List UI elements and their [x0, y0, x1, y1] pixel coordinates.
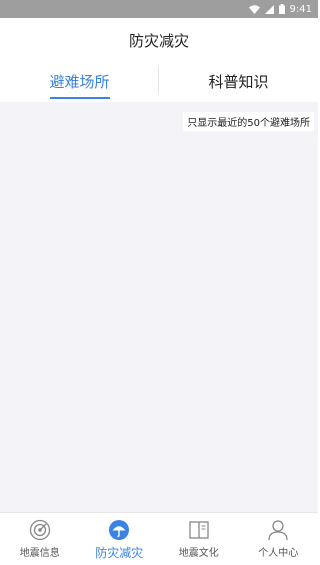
radar-icon: [29, 519, 50, 541]
nav-personal-center[interactable]: 个人中心: [239, 513, 319, 565]
signal-icon: [264, 4, 274, 14]
tab-shelters-label: 避难场所: [49, 72, 110, 91]
tab-science-knowledge-label: 科普知识: [208, 72, 269, 91]
nearest-shelters-notice: 只显示最近的50个避难场所: [183, 112, 314, 131]
page-title: 防灾减灾: [128, 31, 189, 50]
wifi-icon: [248, 4, 260, 14]
shelter-map-area[interactable]: 只显示最近的50个避难场所: [0, 102, 318, 512]
status-bar: 9:41: [0, 0, 318, 18]
nav-earthquake-info-label: 地震信息: [19, 548, 60, 559]
tab-active-indicator: [49, 97, 110, 99]
battery-icon: [278, 4, 285, 14]
umbrella-icon: [109, 520, 130, 540]
bottom-nav: 地震信息 防灾减灾 地震文化 个人中心: [0, 512, 318, 565]
tab-bar: 避难场所 科普知识: [0, 62, 318, 100]
book-icon: [189, 521, 209, 539]
tab-divider: [158, 66, 159, 94]
status-time: 9:41: [289, 3, 312, 15]
tab-science-knowledge[interactable]: 科普知识: [159, 62, 318, 100]
person-icon: [268, 520, 288, 541]
nav-disaster-prevention-label: 防灾减灾: [95, 546, 144, 560]
nav-personal-center-label: 个人中心: [258, 548, 299, 559]
nav-earthquake-culture-label: 地震文化: [178, 548, 219, 559]
title-bar: 防灾减灾: [0, 18, 318, 62]
nav-earthquake-culture[interactable]: 地震文化: [159, 513, 239, 565]
tab-shelters[interactable]: 避难场所: [0, 62, 159, 100]
status-icons: 9:41: [248, 0, 312, 18]
nav-disaster-prevention[interactable]: 防灾减灾: [80, 513, 160, 565]
nav-earthquake-info[interactable]: 地震信息: [0, 513, 80, 565]
